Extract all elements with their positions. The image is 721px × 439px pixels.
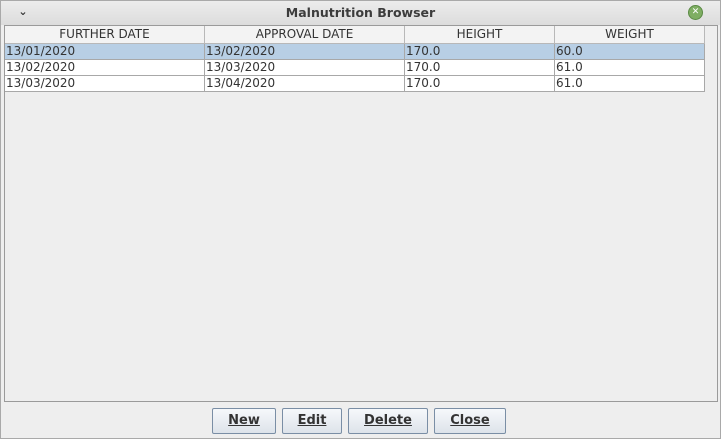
close-icon[interactable]: ✕ (688, 5, 703, 20)
table-header: FURTHER DATE APPROVAL DATE HEIGHT WEIGHT (5, 26, 705, 44)
malnutrition-table[interactable]: FURTHER DATE APPROVAL DATE HEIGHT WEIGHT… (4, 25, 718, 402)
button-bar: New Edit Delete Close (1, 408, 721, 434)
delete-button[interactable]: Delete (348, 408, 428, 434)
cell-further-date: 13/03/2020 (5, 76, 205, 92)
cell-weight: 60.0 (555, 44, 705, 60)
cell-further-date: 13/02/2020 (5, 60, 205, 76)
column-header-approval-date[interactable]: APPROVAL DATE (205, 26, 405, 44)
column-header-height[interactable]: HEIGHT (405, 26, 555, 44)
table-row[interactable]: 13/03/2020 13/04/2020 170.0 61.0 (5, 76, 705, 92)
cell-weight: 61.0 (555, 76, 705, 92)
window-title: Malnutrition Browser (285, 5, 436, 20)
cell-further-date: 13/01/2020 (5, 44, 205, 60)
cell-approval-date: 13/02/2020 (205, 44, 405, 60)
cell-approval-date: 13/03/2020 (205, 60, 405, 76)
edit-button[interactable]: Edit (282, 408, 342, 434)
column-header-further-date[interactable]: FURTHER DATE (5, 26, 205, 44)
table-body: 13/01/2020 13/02/2020 170.0 60.0 13/02/2… (5, 44, 705, 92)
cell-height: 170.0 (405, 76, 555, 92)
column-header-weight[interactable]: WEIGHT (555, 26, 705, 44)
table-row[interactable]: 13/01/2020 13/02/2020 170.0 60.0 (5, 44, 705, 60)
new-button[interactable]: New (212, 408, 276, 434)
cell-weight: 61.0 (555, 60, 705, 76)
cell-approval-date: 13/04/2020 (205, 76, 405, 92)
cell-height: 170.0 (405, 44, 555, 60)
table-row[interactable]: 13/02/2020 13/03/2020 170.0 61.0 (5, 60, 705, 76)
close-button[interactable]: Close (434, 408, 506, 434)
title-bar: ⌄ Malnutrition Browser ✕ (1, 1, 720, 25)
malnutrition-browser-window: ⌄ Malnutrition Browser ✕ FURTHER DATE AP… (0, 0, 721, 439)
cell-height: 170.0 (405, 60, 555, 76)
